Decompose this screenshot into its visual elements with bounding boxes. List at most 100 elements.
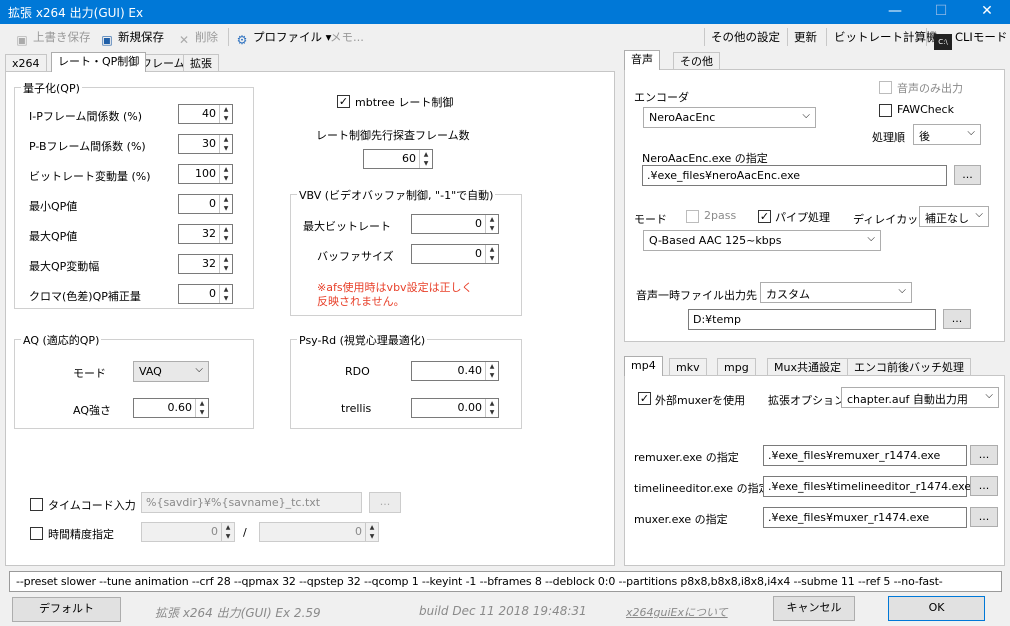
tab-mp4[interactable]: mp4: [624, 356, 663, 376]
spinner-arrows-icon[interactable]: ▲ ▼: [219, 285, 232, 303]
vbv-maxrate-spinner[interactable]: 0 ▲ ▼: [411, 214, 499, 234]
chevron-down-icon: ⌵: [975, 209, 983, 220]
muxer-browse-button[interactable]: ...: [970, 507, 998, 527]
tab-mpg[interactable]: mpg: [717, 358, 756, 376]
tab-rate-qp[interactable]: レート・QP制御: [51, 52, 147, 72]
rate-qp-panel: 量子化(QP) I-Pフレーム間係数 (%) 40 ▲ ▼ P-Bフレーム間係数 (…: [5, 71, 615, 566]
memo-button[interactable]: メモ...: [330, 28, 364, 46]
aq-strength-spinner[interactable]: 0.60 ▲ ▼: [133, 398, 209, 418]
delete-x-icon: ✕: [178, 33, 190, 47]
spinner-arrows-icon[interactable]: ▲ ▼: [219, 105, 232, 123]
timescale-numerator-spinner[interactable]: 0 ▲ ▼: [141, 522, 235, 542]
audio-quality-select[interactable]: Q-Based AAC 125~kbps ⌵: [643, 230, 881, 251]
audio-exe-path-input[interactable]: .¥exe_files¥neroAacEnc.exe: [642, 165, 947, 186]
spinner-arrows-icon[interactable]: ▲ ▼: [219, 225, 232, 243]
process-order-select[interactable]: 後 ⌵: [913, 124, 981, 145]
timecode-path-input[interactable]: %{savdir}¥%{savname}_tc.txt: [141, 492, 362, 513]
command-line-box[interactable]: --preset slower --tune animation --crf 2…: [9, 571, 1002, 592]
spinner-arrows-icon[interactable]: ▲ ▼: [221, 523, 234, 541]
spinner-arrows-icon[interactable]: ▲ ▼: [485, 215, 498, 233]
timescale-separator: /: [243, 526, 247, 539]
spinner-arrows-icon[interactable]: ▲ ▼: [219, 195, 232, 213]
audio-temp-path-input[interactable]: D:¥temp: [688, 309, 936, 330]
tab-extension[interactable]: 拡張: [183, 54, 219, 72]
refresh-button[interactable]: 更新: [794, 28, 817, 46]
timelineeditor-label: timelineeditor.exe の指定: [634, 482, 770, 495]
qp-max-spinner[interactable]: 32 ▲ ▼: [178, 224, 233, 244]
profile-dropdown[interactable]: ⚙ プロファイル ▾: [234, 28, 332, 47]
audio-only-checkbox[interactable]: [879, 81, 892, 94]
spinner-arrows-icon[interactable]: ▲ ▼: [219, 135, 232, 153]
use-external-muxer-checkbox[interactable]: ✓: [638, 392, 651, 405]
overwrite-save-button[interactable]: ▣ 上書き保存: [14, 28, 90, 47]
fawcheck-label: FAWCheck: [897, 103, 954, 116]
cancel-button[interactable]: キャンセル: [773, 596, 855, 621]
audio-exe-browse-button[interactable]: ...: [954, 165, 981, 185]
tab-audio[interactable]: 音声: [624, 50, 660, 70]
chroma-qp-offset-spinner[interactable]: 0 ▲ ▼: [178, 284, 233, 304]
remuxer-browse-button[interactable]: ...: [970, 445, 998, 465]
spinner-arrows-icon[interactable]: ▲ ▼: [195, 399, 208, 417]
ext-option-select[interactable]: chapter.auf 自動出力用 ⌵: [841, 387, 999, 408]
twopass-checkbox[interactable]: [686, 210, 699, 223]
audio-temp-browse-button[interactable]: ...: [943, 309, 971, 329]
lookahead-spinner[interactable]: 60 ▲ ▼: [363, 149, 433, 169]
chevron-down-icon: ⌵: [195, 364, 203, 375]
cli-icon: C:\: [934, 34, 952, 50]
timecode-browse-button[interactable]: ...: [369, 492, 401, 513]
ok-button[interactable]: OK: [888, 596, 985, 621]
spinner-arrows-icon[interactable]: ▲ ▼: [485, 245, 498, 263]
timescale-denominator-spinner[interactable]: 0 ▲ ▼: [259, 522, 379, 542]
save-icon: ▣: [16, 33, 28, 47]
qp-step-spinner[interactable]: 32 ▲ ▼: [178, 254, 233, 274]
timelineeditor-path-input[interactable]: .¥exe_files¥timelineeditor_r1474.exe: [763, 476, 971, 497]
tab-mux-common[interactable]: Mux共通設定: [767, 358, 848, 376]
maximize-button[interactable]: ☐: [918, 0, 964, 24]
psy-trellis-spinner[interactable]: 0.00 ▲ ▼: [411, 398, 499, 418]
close-button[interactable]: ✕: [964, 0, 1010, 24]
timecode-checkbox[interactable]: [30, 498, 43, 511]
about-link[interactable]: x264guiExについて: [626, 604, 728, 620]
delete-button[interactable]: ✕ 削除: [176, 28, 218, 47]
chevron-down-icon: ⌵: [898, 285, 906, 296]
spinner-arrows-icon[interactable]: ▲ ▼: [219, 255, 232, 273]
remuxer-path-input[interactable]: .¥exe_files¥remuxer_r1474.exe: [763, 445, 967, 466]
twopass-label: 2pass: [704, 209, 737, 222]
spinner-arrows-icon[interactable]: ▲ ▼: [485, 362, 498, 380]
tab-x264[interactable]: x264: [5, 54, 47, 72]
audio-temp-select[interactable]: カスタム ⌵: [760, 282, 912, 303]
qp-min-spinner[interactable]: 0 ▲ ▼: [178, 194, 233, 214]
muxer-path-input[interactable]: .¥exe_files¥muxer_r1474.exe: [763, 507, 967, 528]
save-new-button[interactable]: ▣ 新規保存: [99, 28, 164, 47]
ip-factor-label: I-Pフレーム間係数 (%): [29, 110, 143, 123]
use-external-muxer-label: 外部muxerを使用: [655, 394, 746, 407]
spinner-arrows-icon[interactable]: ▲ ▼: [485, 399, 498, 417]
bitrate-variance-spinner[interactable]: 100 ▲ ▼: [178, 164, 233, 184]
other-settings-button[interactable]: その他の設定: [711, 28, 780, 46]
gear-icon: ⚙: [236, 33, 248, 47]
mbtree-label: mbtree レート制御: [355, 96, 454, 109]
pipe-checkbox[interactable]: ✓: [758, 210, 771, 223]
spinner-arrows-icon[interactable]: ▲ ▼: [219, 165, 232, 183]
ip-factor-spinner[interactable]: 40 ▲ ▼: [178, 104, 233, 124]
tab-batch[interactable]: エンコ前後バッチ処理: [847, 358, 971, 376]
bitrate-calculator-button[interactable]: ビットレート計算機: [834, 28, 938, 46]
vbv-bufsize-spinner[interactable]: 0 ▲ ▼: [411, 244, 499, 264]
pb-factor-spinner[interactable]: 30 ▲ ▼: [178, 134, 233, 154]
bitrate-variance-label: ビットレート変動量 (%): [29, 170, 151, 183]
fawcheck-checkbox[interactable]: [879, 104, 892, 117]
mbtree-checkbox[interactable]: ✓: [337, 95, 350, 108]
spinner-arrows-icon[interactable]: ▲ ▼: [365, 523, 378, 541]
tab-audio-other[interactable]: その他: [673, 52, 720, 70]
tab-mkv[interactable]: mkv: [669, 358, 707, 376]
delay-cut-select[interactable]: 補正なし ⌵: [919, 206, 989, 227]
spinner-arrows-icon[interactable]: ▲ ▼: [419, 150, 432, 168]
audio-encoder-select[interactable]: NeroAacEnc ⌵: [643, 107, 816, 128]
minimize-button[interactable]: —: [872, 0, 918, 24]
timescale-checkbox[interactable]: [30, 527, 43, 540]
psy-rdo-spinner[interactable]: 0.40 ▲ ▼: [411, 361, 499, 381]
timelineeditor-browse-button[interactable]: ...: [970, 476, 998, 496]
cli-mode-button[interactable]: C:\ CLIモード: [934, 28, 1007, 50]
aq-mode-select[interactable]: VAQ ⌵: [133, 361, 209, 382]
default-button[interactable]: デフォルト: [12, 597, 121, 622]
